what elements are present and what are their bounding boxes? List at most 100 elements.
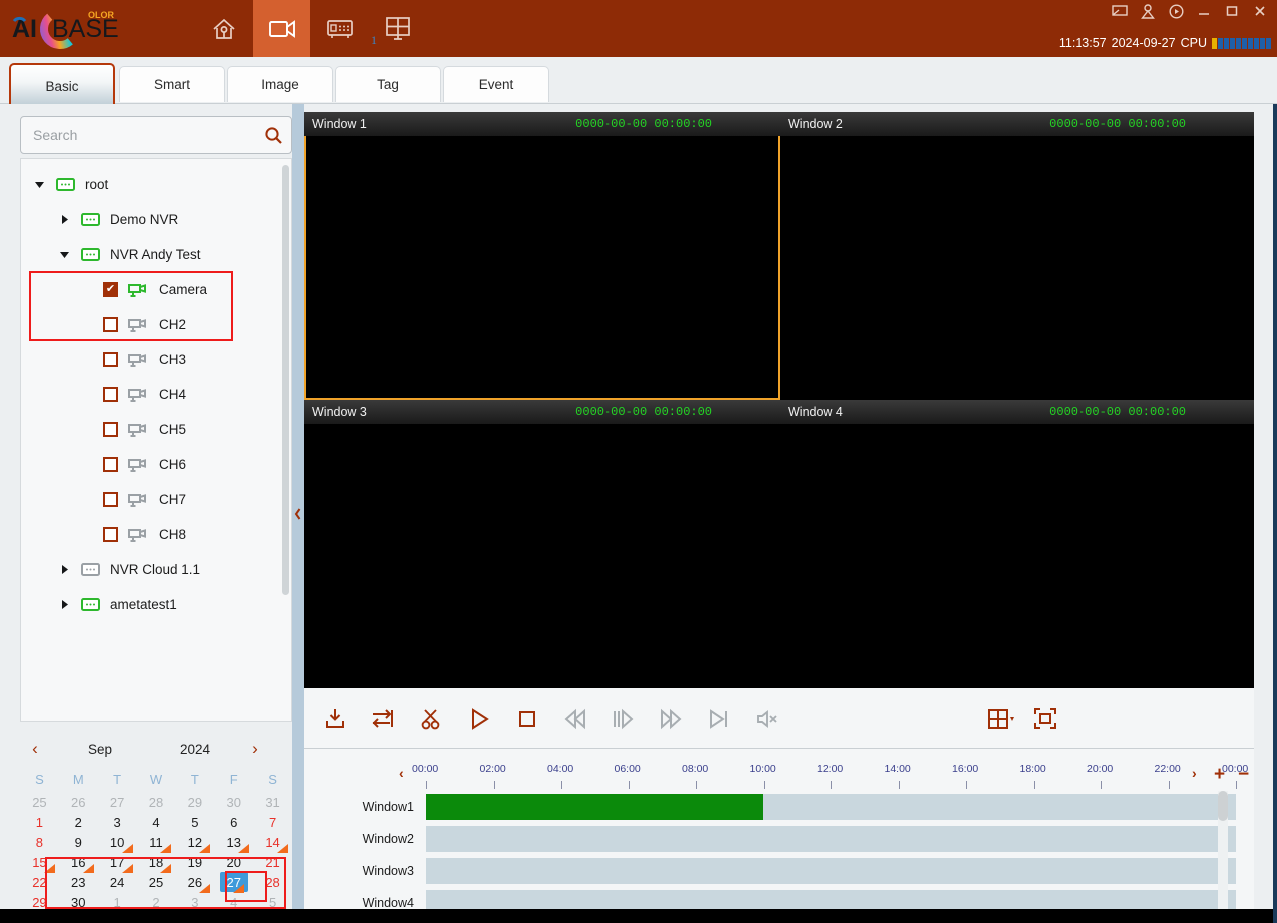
chevron-down-icon[interactable]: [56, 247, 72, 263]
chevron-down-icon[interactable]: [31, 177, 47, 193]
calendar-day[interactable]: 6: [214, 812, 253, 832]
download-button[interactable]: [316, 700, 354, 738]
video-window-2[interactable]: Window 2 0000-00-00 00:00:00: [780, 112, 1254, 400]
nav-layout-button[interactable]: [369, 0, 426, 57]
screen-icon[interactable]: [1111, 2, 1129, 20]
tab-event[interactable]: Event: [443, 66, 549, 102]
video-window-3[interactable]: Window 3 0000-00-00 00:00:00: [304, 400, 780, 688]
timeline-track[interactable]: [426, 794, 1236, 820]
minimize-icon[interactable]: [1195, 2, 1213, 20]
tree-item-ch4[interactable]: CH4: [21, 377, 285, 412]
calendar-day[interactable]: 21: [253, 852, 292, 872]
timeline-prev-button[interactable]: ‹: [399, 765, 404, 781]
tab-basic[interactable]: Basic: [9, 63, 115, 110]
calendar-next-button[interactable]: ›: [240, 739, 270, 759]
tab-smart[interactable]: Smart: [119, 66, 225, 102]
calendar-day[interactable]: 31: [253, 792, 292, 812]
calendar-day[interactable]: 22: [20, 872, 59, 892]
calendar-day[interactable]: 8: [20, 832, 59, 852]
calendar-month[interactable]: Sep: [50, 742, 150, 757]
chevron-right-icon[interactable]: [56, 562, 72, 578]
tree-item-ch2[interactable]: CH2: [21, 307, 285, 342]
search-input[interactable]: [21, 127, 255, 143]
calendar-day[interactable]: 27: [98, 792, 137, 812]
search-icon[interactable]: [255, 126, 291, 145]
tree-item-nvr-cloud-1-1[interactable]: NVR Cloud 1.1: [21, 552, 285, 587]
fullscreen-button[interactable]: [1026, 700, 1064, 738]
calendar-day[interactable]: 23: [59, 872, 98, 892]
calendar-day[interactable]: 14: [253, 832, 292, 853]
tree-item-checkbox[interactable]: [103, 317, 118, 332]
calendar-day[interactable]: 29: [175, 792, 214, 812]
calendar-day[interactable]: 18: [137, 852, 176, 873]
calendar-day[interactable]: 11: [137, 832, 176, 853]
tree-item-camera[interactable]: Camera: [21, 272, 285, 307]
help-icon[interactable]: [1167, 2, 1185, 20]
clip-button[interactable]: [412, 700, 450, 738]
tree-item-checkbox[interactable]: [103, 282, 118, 297]
timeline-recording-segment[interactable]: [426, 794, 763, 820]
tree-item-checkbox[interactable]: [103, 492, 118, 507]
calendar-prev-button[interactable]: ‹: [20, 739, 50, 759]
tree-item-ch8[interactable]: CH8: [21, 517, 285, 552]
calendar-day[interactable]: 10: [98, 832, 137, 853]
calendar-day[interactable]: 24: [98, 872, 137, 892]
calendar-day[interactable]: 2: [59, 812, 98, 832]
chevron-right-icon[interactable]: [56, 212, 72, 228]
timeline-scroll-thumb[interactable]: [1218, 791, 1228, 821]
grid-layout-button[interactable]: [979, 700, 1025, 738]
close-icon[interactable]: [1251, 2, 1269, 20]
chevron-right-icon[interactable]: [56, 597, 72, 613]
frame-step-button[interactable]: [604, 700, 642, 738]
fast-forward-button[interactable]: [652, 700, 690, 738]
calendar-day[interactable]: 9: [59, 832, 98, 852]
tree-item-root[interactable]: root: [21, 167, 285, 202]
tree-item-checkbox[interactable]: [103, 527, 118, 542]
nav-home-button[interactable]: [195, 0, 252, 57]
maximize-icon[interactable]: [1223, 2, 1241, 20]
tree-item-checkbox[interactable]: [103, 457, 118, 472]
export-settings-button[interactable]: [364, 700, 402, 738]
tree-item-demo-nvr[interactable]: Demo NVR: [21, 202, 285, 237]
stop-button[interactable]: [508, 700, 546, 738]
calendar-day[interactable]: 19: [175, 852, 214, 872]
nav-camera-button[interactable]: [253, 0, 310, 57]
timeline-next-button[interactable]: ›: [1192, 765, 1197, 781]
tree-item-checkbox[interactable]: [103, 422, 118, 437]
calendar-day[interactable]: 1: [20, 812, 59, 832]
calendar-day[interactable]: 13: [214, 832, 253, 853]
tree-item-ch6[interactable]: CH6: [21, 447, 285, 482]
calendar-day[interactable]: 7: [253, 812, 292, 832]
nav-device-button[interactable]: [311, 0, 368, 57]
tree-item-checkbox[interactable]: [103, 387, 118, 402]
tree-scrollbar[interactable]: [282, 165, 289, 595]
tree-item-ametatest1[interactable]: ametatest1: [21, 587, 285, 622]
tab-tag[interactable]: Tag: [335, 66, 441, 102]
calendar-day[interactable]: 3: [98, 812, 137, 832]
panel-collapse-handle[interactable]: [292, 104, 304, 923]
calendar-day[interactable]: 28: [137, 792, 176, 812]
calendar-day[interactable]: 12: [175, 832, 214, 853]
timeline-vertical-scrollbar[interactable]: [1218, 791, 1228, 911]
calendar-day[interactable]: 20: [214, 852, 253, 872]
tree-item-ch3[interactable]: CH3: [21, 342, 285, 377]
calendar-day[interactable]: 17: [98, 852, 137, 873]
calendar-day[interactable]: 16: [59, 852, 98, 873]
calendar-day[interactable]: 26: [59, 792, 98, 812]
mute-button[interactable]: [748, 700, 786, 738]
calendar-day[interactable]: 30: [214, 792, 253, 812]
tab-image[interactable]: Image: [227, 66, 333, 102]
calendar-year[interactable]: 2024: [150, 742, 240, 757]
tree-item-ch5[interactable]: CH5: [21, 412, 285, 447]
calendar-day[interactable]: 26: [175, 872, 214, 893]
play-button[interactable]: [460, 700, 498, 738]
tree-item-ch7[interactable]: CH7: [21, 482, 285, 517]
rewind-button[interactable]: [556, 700, 594, 738]
calendar-day[interactable]: 15: [20, 852, 59, 873]
calendar-day[interactable]: 4: [137, 812, 176, 832]
calendar-day[interactable]: 25: [137, 872, 176, 892]
calendar-day[interactable]: 5: [175, 812, 214, 832]
tree-item-nvr-andy-test[interactable]: NVR Andy Test: [21, 237, 285, 272]
user-icon[interactable]: [1139, 2, 1157, 20]
next-frame-button[interactable]: [700, 700, 738, 738]
